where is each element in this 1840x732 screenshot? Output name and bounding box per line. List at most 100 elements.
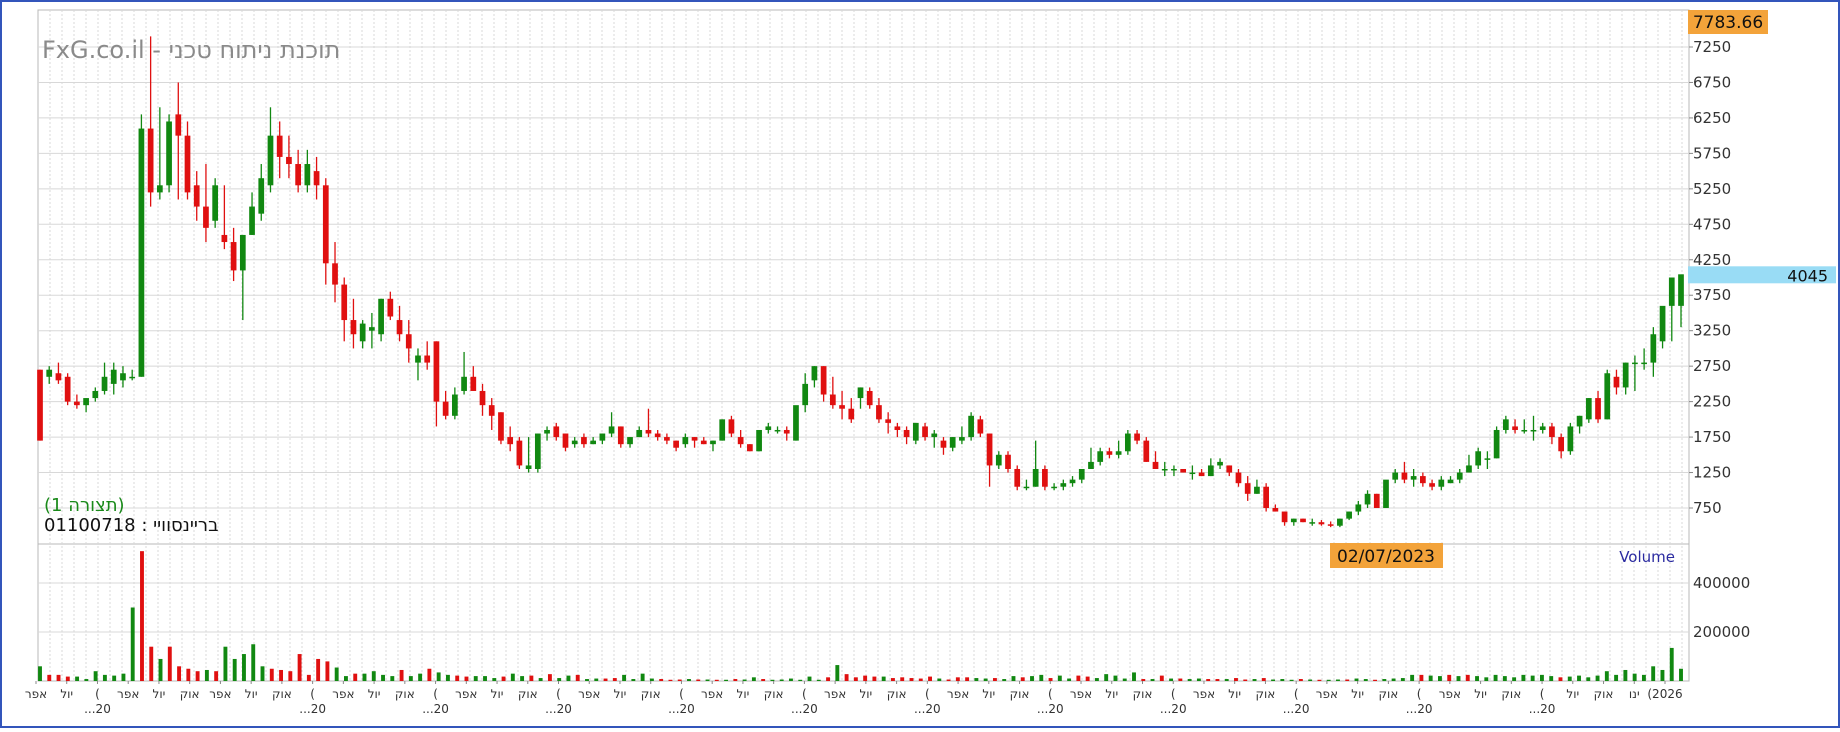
candle: [1585, 398, 1592, 423]
x-tick-label: אוק: [518, 687, 538, 701]
candle-body: [1161, 468, 1168, 471]
x-tick-label: אוק: [180, 687, 200, 701]
volume-bar: [566, 675, 571, 681]
candle-body: [1420, 476, 1426, 484]
candle-body: [793, 405, 799, 441]
candle-body: [1300, 518, 1306, 523]
volume-bar: [965, 677, 970, 681]
candle-body: [1051, 486, 1057, 489]
volume-bar: [612, 678, 617, 681]
candle-body: [608, 426, 615, 434]
volume-bar: [1326, 679, 1331, 681]
volume-bar: [56, 674, 61, 681]
candle-body: [83, 398, 89, 406]
candle: [1493, 426, 1500, 459]
candle-body: [903, 429, 910, 438]
candle-body: [968, 415, 974, 438]
volume-bar: [1604, 671, 1609, 681]
volume-bar: [696, 679, 701, 681]
candle-body: [562, 433, 569, 448]
candle-body: [1530, 429, 1537, 432]
volume-bar: [529, 675, 534, 681]
volume-bar: [473, 676, 478, 681]
volume-bar: [65, 676, 70, 681]
volume-bar: [1196, 678, 1201, 681]
candle-body: [885, 419, 892, 423]
candle-body: [1014, 468, 1021, 487]
volume-bar: [603, 678, 608, 681]
candle-body: [1023, 486, 1030, 489]
candle-body: [1272, 508, 1279, 512]
volume-bar: [260, 666, 265, 681]
x-tick-label: אפר: [947, 687, 969, 701]
candle: [534, 433, 541, 473]
candle-body: [1484, 458, 1491, 460]
x-tick-label: אוק: [1501, 687, 1521, 701]
volume-bar: [807, 676, 812, 681]
volume-bar: [1363, 679, 1368, 681]
x-tick-label: אוק: [272, 687, 292, 701]
candle-body: [1217, 461, 1223, 466]
volume-bar: [492, 678, 497, 681]
candle-body: [1032, 468, 1039, 487]
x-tick-label: יול: [1351, 687, 1364, 701]
candle-body: [1401, 472, 1408, 480]
volume-bar: [464, 676, 469, 681]
x-tick-label: (: [1540, 687, 1545, 701]
candle-body: [1180, 468, 1187, 473]
outer-frame: [0, 0, 1840, 728]
candle-body: [212, 185, 219, 221]
x-tick-label: יול: [1228, 687, 1241, 701]
candle-body: [1622, 362, 1629, 388]
candle-body: [654, 433, 661, 438]
volume-bar: [1456, 676, 1461, 681]
x-tick-label: יול: [614, 687, 627, 701]
candle-body: [1281, 511, 1288, 523]
volume-bar: [761, 679, 766, 681]
candle-body: [1134, 433, 1140, 441]
volume-bar: [1039, 674, 1044, 681]
volume-bar: [547, 674, 552, 681]
price-tick-label: 750: [1693, 499, 1722, 517]
volume-bar: [1641, 674, 1646, 681]
volume-bar: [881, 676, 886, 681]
volume-bar: [1002, 679, 1007, 681]
x-tick-label: (: [925, 687, 930, 701]
candle-body: [286, 156, 292, 165]
x-tick-label: (: [556, 687, 561, 701]
volume-bar: [455, 675, 460, 681]
candle: [166, 114, 172, 193]
candle-body: [774, 429, 781, 432]
volume-bar: [418, 673, 423, 681]
x-tick-label: יול: [1474, 687, 1487, 701]
price-tick-label: 2750: [1693, 357, 1731, 375]
candle-body: [590, 440, 597, 445]
volume-bar: [1530, 675, 1535, 681]
x-tick-label: אפר: [332, 687, 354, 701]
volume-bar: [1419, 674, 1424, 681]
candle-body: [1263, 486, 1269, 508]
candle-body: [230, 242, 237, 271]
volume-bar: [102, 674, 107, 681]
volume-bar: [575, 674, 580, 681]
candle-body: [599, 433, 606, 441]
candle-body: [1678, 274, 1684, 306]
candle-body: [1475, 451, 1482, 466]
candle-body: [479, 390, 486, 406]
candle-body: [737, 437, 744, 445]
volume-bar: [594, 678, 599, 681]
volume-bar: [436, 672, 441, 681]
x-tick-label: אפר: [1193, 687, 1215, 701]
volume-bar: [1373, 679, 1377, 681]
candle-body: [166, 121, 172, 186]
x-tick-label: אפר: [455, 687, 477, 701]
volume-bar: [381, 674, 385, 681]
candle-body: [1668, 277, 1675, 306]
x-tick-label: (: [1171, 687, 1176, 701]
candle: [719, 419, 726, 441]
candle-body: [258, 178, 265, 214]
candle-body: [442, 401, 449, 416]
volume-bar: [1308, 679, 1313, 681]
volume-bar: [1020, 677, 1025, 681]
candle-body: [129, 376, 136, 379]
